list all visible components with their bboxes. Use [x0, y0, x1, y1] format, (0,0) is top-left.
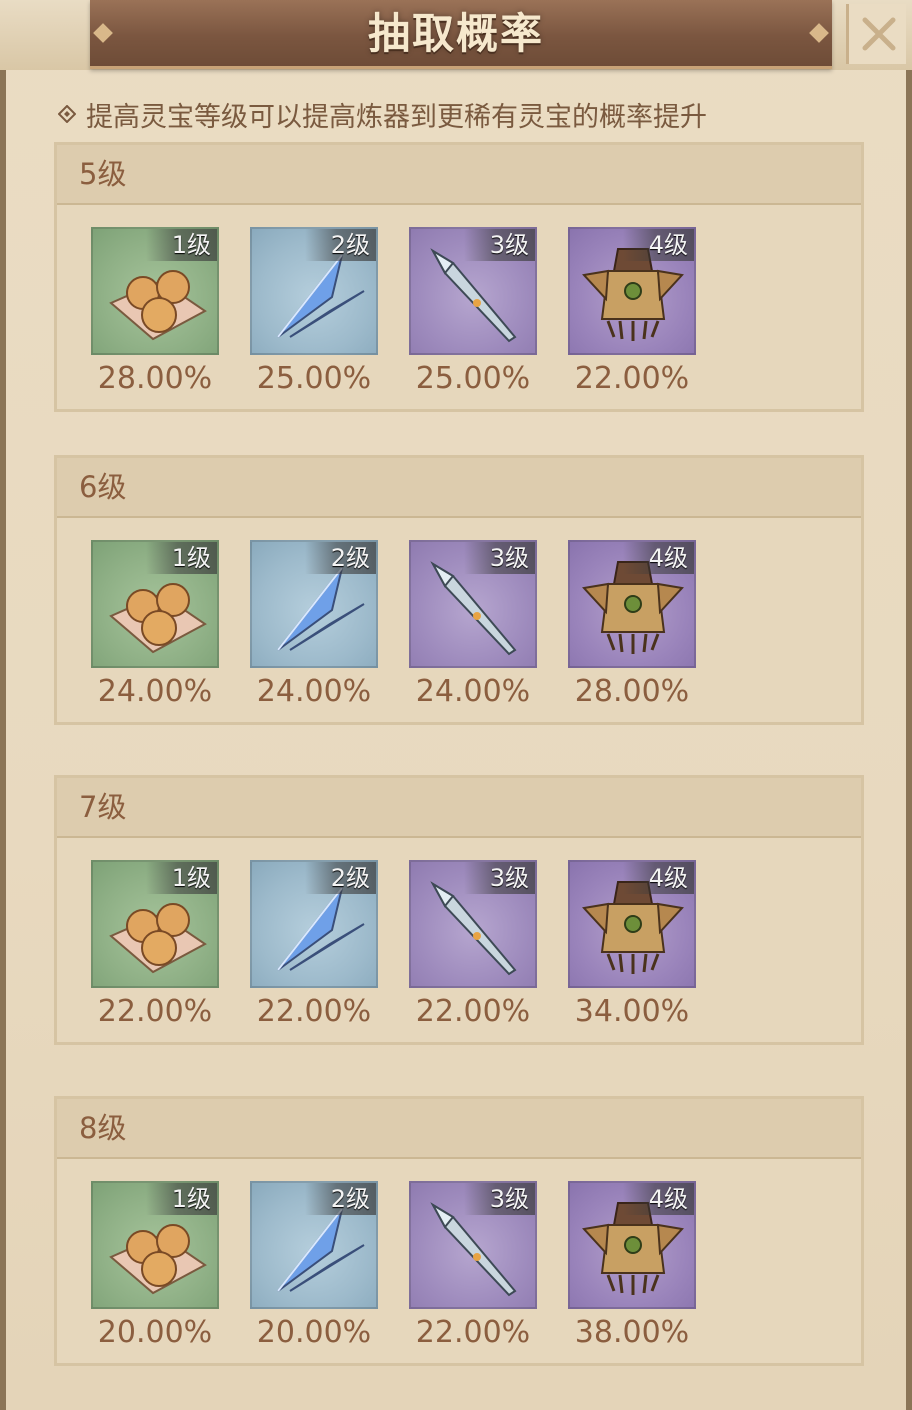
- item-tile[interactable]: 3级: [409, 227, 537, 355]
- probability-text: 25.00%: [415, 361, 531, 396]
- close-icon: [862, 17, 896, 51]
- probability-text: 22.00%: [574, 361, 690, 396]
- section-header: 6级: [57, 458, 861, 518]
- probability-text: 22.00%: [97, 994, 213, 1029]
- item-slot[interactable]: 4级 38.00%: [568, 1181, 696, 1351]
- tier-badge: 3级: [463, 229, 535, 261]
- item-tile[interactable]: 1级: [91, 227, 219, 355]
- tier-badge: 2级: [304, 862, 376, 894]
- probability-text: 38.00%: [574, 1315, 690, 1350]
- level-section: 7级 1级 22.00% 2级 22.00% 3级 22.00% 4级 34.0…: [54, 775, 864, 1045]
- item-tile[interactable]: 2级: [250, 860, 378, 988]
- tier-badge: 3级: [463, 1183, 535, 1215]
- item-slot[interactable]: 4级 34.00%: [568, 860, 696, 1030]
- level-section: 6级 1级 24.00% 2级 24.00% 3级 24.00% 4级 28.0…: [54, 455, 864, 725]
- item-slot[interactable]: 3级 22.00%: [409, 1181, 537, 1351]
- tier-badge: 2级: [304, 542, 376, 574]
- item-slot[interactable]: 2级 24.00%: [250, 540, 378, 710]
- tip-text: 提高灵宝等级可以提高炼器到更稀有灵宝的概率提升: [86, 101, 707, 133]
- section-title: 7级: [79, 790, 127, 824]
- item-tile[interactable]: 1级: [91, 860, 219, 988]
- probability-text: 28.00%: [574, 674, 690, 709]
- close-button[interactable]: [846, 4, 906, 64]
- probability-text: 34.00%: [574, 994, 690, 1029]
- dialog-header: 抽取概率: [0, 0, 912, 70]
- section-header: 7级: [57, 778, 861, 838]
- tier-badge: 4级: [622, 542, 694, 574]
- item-tile[interactable]: 4级: [568, 540, 696, 668]
- tier-badge: 4级: [622, 1183, 694, 1215]
- section-header: 5级: [57, 145, 861, 205]
- level-section: 5级 1级 28.00% 2级 25.00% 3级 25.00% 4级 22.0…: [54, 142, 864, 412]
- item-tile[interactable]: 3级: [409, 540, 537, 668]
- item-slot[interactable]: 2级 20.00%: [250, 1181, 378, 1351]
- item-tile[interactable]: 1级: [91, 1181, 219, 1309]
- diamond-bullet-icon: [58, 105, 76, 123]
- probability-text: 22.00%: [415, 1315, 531, 1350]
- tier-badge: 1级: [145, 862, 217, 894]
- tier-badge: 4级: [622, 862, 694, 894]
- item-tile[interactable]: 3级: [409, 860, 537, 988]
- tier-badge: 1级: [145, 229, 217, 261]
- item-tile[interactable]: 4级: [568, 1181, 696, 1309]
- item-slot[interactable]: 4级 28.00%: [568, 540, 696, 710]
- probability-text: 24.00%: [256, 674, 372, 709]
- tier-badge: 1级: [145, 1183, 217, 1215]
- probability-text: 28.00%: [97, 361, 213, 396]
- probability-text: 22.00%: [256, 994, 372, 1029]
- probability-text: 24.00%: [97, 674, 213, 709]
- item-slot[interactable]: 3级 24.00%: [409, 540, 537, 710]
- item-slot[interactable]: 1级 24.00%: [91, 540, 219, 710]
- item-tile[interactable]: 1级: [91, 540, 219, 668]
- item-tile[interactable]: 4级: [568, 227, 696, 355]
- item-tile[interactable]: 2级: [250, 540, 378, 668]
- tier-badge: 2级: [304, 1183, 376, 1215]
- item-tile[interactable]: 2级: [250, 227, 378, 355]
- section-header: 8级: [57, 1099, 861, 1159]
- section-title: 6级: [79, 470, 127, 504]
- item-slot[interactable]: 1级 28.00%: [91, 227, 219, 397]
- tip-row: 提高灵宝等级可以提高炼器到更稀有灵宝的概率提升: [58, 94, 707, 134]
- item-tile[interactable]: 3级: [409, 1181, 537, 1309]
- item-tile[interactable]: 4级: [568, 860, 696, 988]
- item-slot[interactable]: 3级 22.00%: [409, 860, 537, 1030]
- tier-badge: 4级: [622, 229, 694, 261]
- tier-badge: 3级: [463, 542, 535, 574]
- level-section: 8级 1级 20.00% 2级 20.00% 3级 22.00% 4级 38.0…: [54, 1096, 864, 1366]
- tier-badge: 3级: [463, 862, 535, 894]
- probability-text: 24.00%: [415, 674, 531, 709]
- probability-text: 22.00%: [415, 994, 531, 1029]
- probability-text: 20.00%: [256, 1315, 372, 1350]
- item-tile[interactable]: 2级: [250, 1181, 378, 1309]
- probability-text: 25.00%: [256, 361, 372, 396]
- item-slot[interactable]: 1级 22.00%: [91, 860, 219, 1030]
- tier-badge: 2级: [304, 229, 376, 261]
- section-title: 5级: [79, 157, 127, 191]
- probability-text: 20.00%: [97, 1315, 213, 1350]
- item-slot[interactable]: 2级 22.00%: [250, 860, 378, 1030]
- dialog-title: 抽取概率: [367, 9, 544, 58]
- item-slot[interactable]: 4级 22.00%: [568, 227, 696, 397]
- section-title: 8级: [79, 1111, 127, 1145]
- item-slot[interactable]: 1级 20.00%: [91, 1181, 219, 1351]
- item-slot[interactable]: 3级 25.00%: [409, 227, 537, 397]
- item-slot[interactable]: 2级 25.00%: [250, 227, 378, 397]
- tier-badge: 1级: [145, 542, 217, 574]
